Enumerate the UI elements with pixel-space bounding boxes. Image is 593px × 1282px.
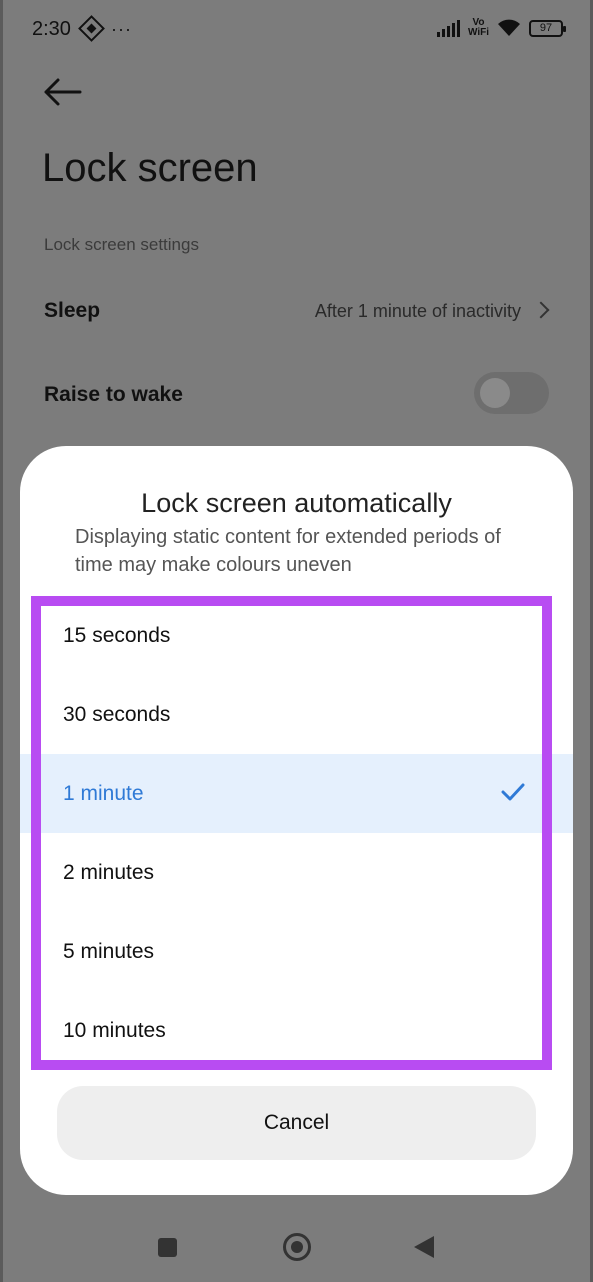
option-label: 10 minutes bbox=[63, 1019, 166, 1042]
sleep-label: Sleep bbox=[44, 299, 101, 322]
option-label: 2 minutes bbox=[63, 861, 155, 884]
navigation-bar bbox=[0, 1210, 593, 1282]
option-label: 5 minutes bbox=[63, 940, 155, 963]
raise-to-wake-label: Raise to wake bbox=[44, 383, 183, 406]
vowifi-icon: Vo WiFi bbox=[468, 18, 489, 38]
wifi-icon bbox=[497, 19, 521, 37]
sleep-value: After 1 minute of inactivity bbox=[314, 301, 521, 321]
option-2-minutes[interactable]: 2 minutes bbox=[20, 833, 573, 912]
lock-screen-dialog: Lock screen automatically Displaying sta… bbox=[20, 446, 573, 1195]
timeout-options-list: 15 seconds 30 seconds 1 minute 2 minutes… bbox=[20, 596, 573, 1070]
cancel-button[interactable]: Cancel bbox=[57, 1086, 536, 1160]
option-5-minutes[interactable]: 5 minutes bbox=[20, 912, 573, 991]
status-time: 2:30 bbox=[32, 18, 71, 40]
page-title: Lock screen bbox=[42, 146, 258, 190]
section-label: Lock screen settings bbox=[44, 235, 199, 254]
notification-icon bbox=[78, 15, 105, 42]
option-label: 1 minute bbox=[63, 782, 144, 805]
more-notifications-icon: ··· bbox=[111, 18, 132, 39]
check-icon bbox=[501, 782, 525, 802]
status-left-icons: ··· bbox=[78, 15, 132, 42]
back-triangle-icon[interactable] bbox=[414, 1236, 434, 1258]
option-label: 15 seconds bbox=[63, 624, 171, 647]
option-30-seconds[interactable]: 30 seconds bbox=[20, 675, 573, 754]
home-circle-icon[interactable] bbox=[283, 1233, 311, 1261]
dialog-title: Lock screen automatically bbox=[141, 488, 452, 518]
recents-square-icon[interactable] bbox=[158, 1238, 177, 1257]
option-label: 30 seconds bbox=[63, 703, 171, 726]
sleep-row[interactable]: Sleep After 1 minute of inactivity bbox=[0, 280, 593, 340]
option-10-minutes[interactable]: 10 minutes bbox=[20, 991, 573, 1070]
back-arrow-icon[interactable] bbox=[40, 74, 84, 110]
option-15-seconds[interactable]: 15 seconds bbox=[20, 596, 573, 675]
raise-to-wake-toggle[interactable] bbox=[474, 372, 549, 414]
battery-icon: 97 bbox=[529, 19, 566, 37]
dialog-subtitle: Displaying static content for extended p… bbox=[75, 526, 501, 576]
chevron-right-icon bbox=[532, 301, 550, 319]
status-bar: 2:30 ··· Vo WiFi 97 bbox=[0, 0, 593, 60]
raise-to-wake-row[interactable]: Raise to wake bbox=[0, 364, 593, 424]
signal-icon bbox=[436, 19, 460, 37]
option-1-minute[interactable]: 1 minute bbox=[20, 754, 573, 833]
vowifi-wifi-label: WiFi bbox=[467, 27, 489, 38]
status-right-icons: Vo WiFi 97 bbox=[436, 18, 566, 38]
